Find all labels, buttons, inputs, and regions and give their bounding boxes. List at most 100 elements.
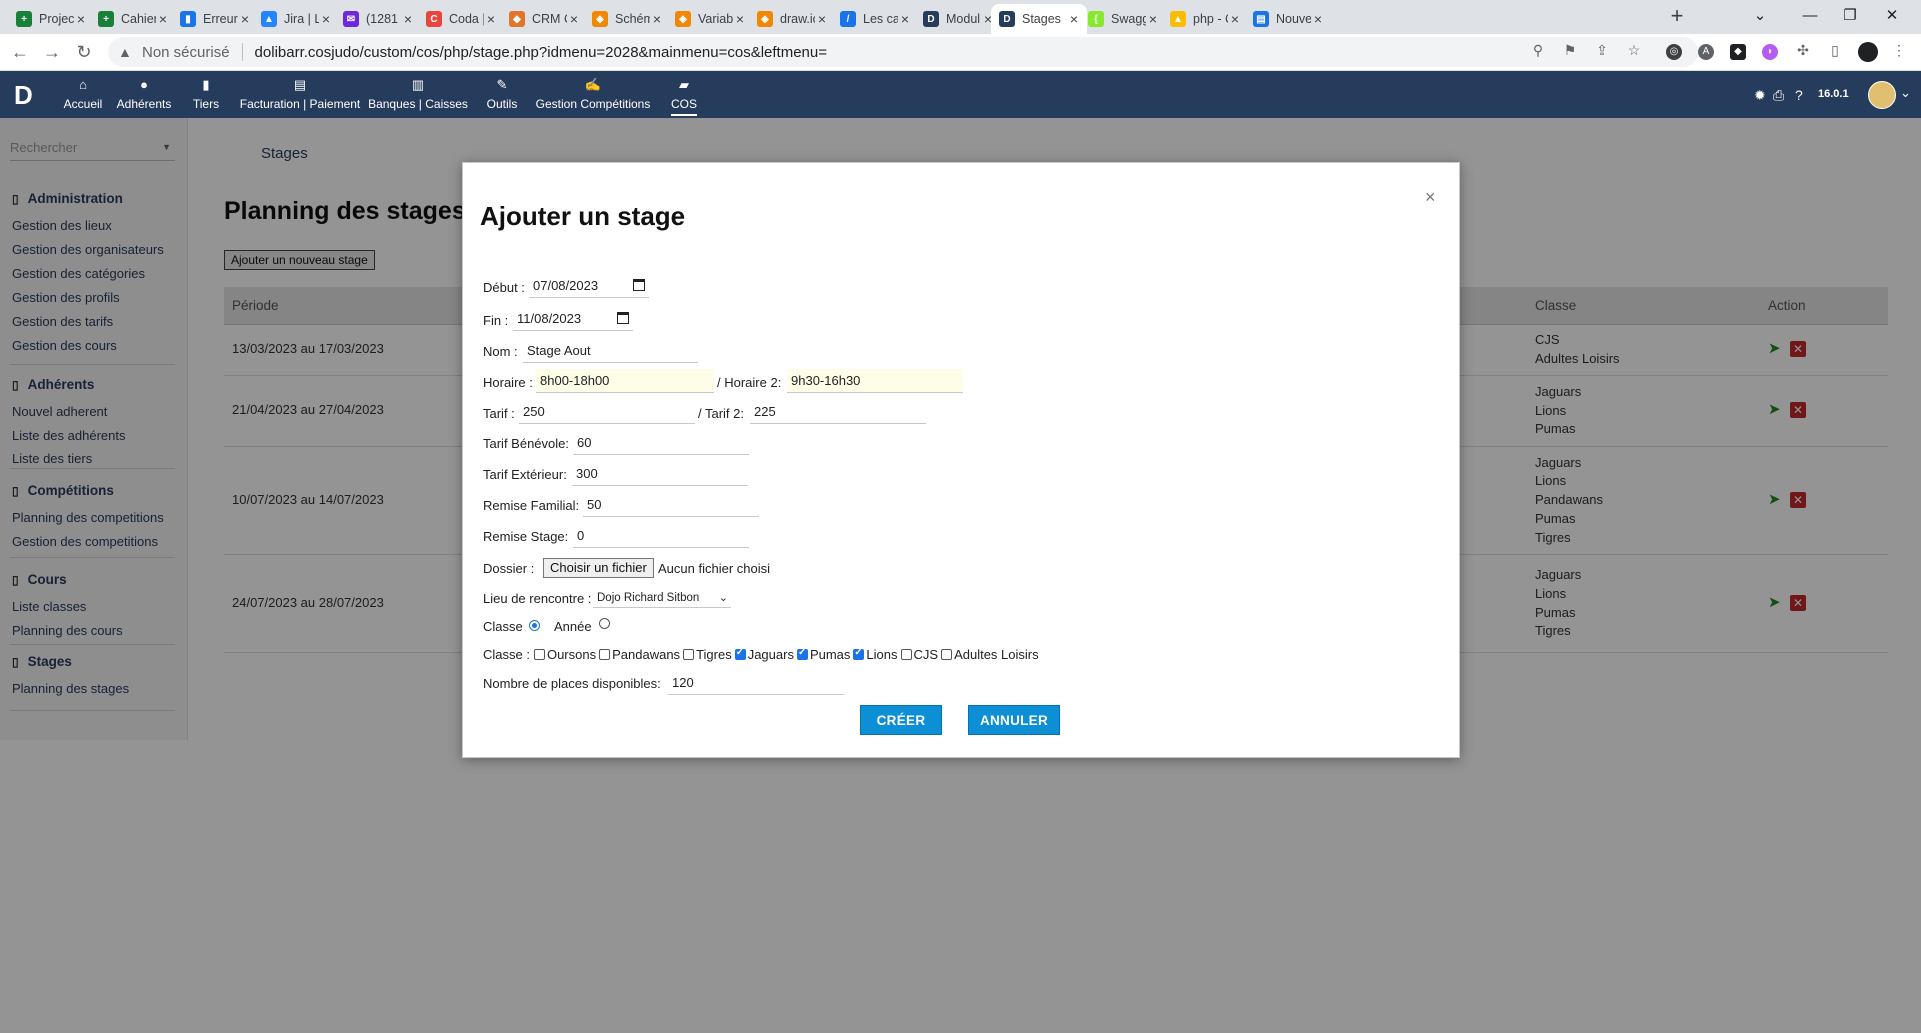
close-icon[interactable]: × [1425, 187, 1436, 208]
checkbox[interactable] [796, 647, 808, 660]
browser-tab[interactable]: ◈ draw.io× [749, 4, 835, 34]
classe-option-pumas[interactable]: Pumas [796, 647, 850, 662]
topmenu-item-gestion-comp-titions[interactable]: ✍ Gestion Compétitions [536, 77, 651, 111]
classe-option-cjs[interactable]: CJS [900, 647, 938, 662]
close-window-button[interactable]: ✕ [1872, 4, 1912, 28]
tarif-input[interactable]: 250 [519, 400, 695, 424]
tab-close-icon[interactable]: × [156, 11, 170, 27]
location-icon[interactable]: ⚑ [1561, 42, 1579, 59]
topmenu-item-outils[interactable]: ✎ Outils [487, 77, 518, 111]
browser-tab[interactable]: D Stages × [991, 4, 1087, 34]
checkbox[interactable] [734, 647, 746, 660]
browser-tab[interactable]: ◈ Schéma× [584, 4, 670, 34]
reload-icon[interactable]: ↻ [72, 40, 96, 64]
bookmark-star-icon[interactable]: ☆ [1625, 42, 1643, 59]
tab-close-icon[interactable]: × [733, 11, 747, 27]
tab-close-icon[interactable]: × [650, 11, 664, 27]
classe-option-jaguars[interactable]: Jaguars [734, 647, 794, 662]
side-panel-icon[interactable]: ▯ [1826, 42, 1844, 59]
calendar-icon[interactable] [633, 279, 645, 291]
create-button[interactable]: CRÉER [860, 705, 942, 735]
tarif2-input[interactable]: 225 [750, 400, 926, 424]
tab-close-icon[interactable]: × [401, 11, 415, 27]
places-input[interactable]: 120 [668, 671, 844, 695]
browser-tab[interactable]: + Cahier × [90, 4, 176, 34]
classe-option-lions[interactable]: Lions [853, 647, 898, 662]
checkbox[interactable] [683, 649, 695, 660]
horaire-input[interactable]: 8h00-18h00 [536, 369, 714, 393]
classe-option-tigres[interactable]: Tigres [683, 647, 732, 662]
browser-tab[interactable]: {Swagg × [1080, 4, 1166, 34]
choose-file-button[interactable]: Choisir un fichier [543, 558, 654, 578]
tab-close-icon[interactable]: × [815, 11, 829, 27]
topmenu-item-cos[interactable]: ▰ COS [670, 77, 698, 116]
forward-icon[interactable]: → [40, 40, 64, 64]
new-tab-button[interactable]: + [1665, 4, 1689, 30]
browser-tab[interactable]: C Coda | × [418, 4, 504, 34]
tarif-benevole-input[interactable]: 60 [573, 431, 749, 455]
browser-tab[interactable]: ◈ Variabl × [667, 4, 753, 34]
extension-icon[interactable]: ◆ [1730, 44, 1746, 60]
zoom-icon[interactable]: ⚲ [1529, 42, 1547, 59]
checkbox[interactable] [900, 649, 912, 660]
calendar-icon[interactable] [617, 312, 629, 324]
extension-icon[interactable]: ◗ [1762, 44, 1778, 60]
checkbox[interactable] [853, 647, 865, 660]
browser-tab[interactable]: ▤ Nouvel× [1245, 4, 1331, 34]
browser-tab[interactable]: ▲ Jira | Lo× [253, 4, 339, 34]
topmenu-item-banques-caisses[interactable]: ▥ Banques | Caisses [368, 77, 468, 111]
tab-close-icon[interactable]: × [567, 11, 581, 27]
tarif-exterieur-input[interactable]: 300 [572, 462, 748, 486]
checkbox[interactable] [533, 649, 545, 660]
remise-familial-input[interactable]: 50 [583, 493, 759, 517]
profile-avatar[interactable] [1858, 42, 1878, 62]
cancel-button[interactable]: ANNULER [968, 705, 1060, 735]
nom-input[interactable]: Stage Aout [523, 339, 698, 363]
chevron-down-icon[interactable]: ⌄ [1900, 85, 1911, 101]
user-avatar[interactable] [1868, 81, 1896, 109]
bug-icon[interactable]: ✹ [1754, 87, 1766, 104]
classe-option-oursons[interactable]: Oursons [533, 647, 596, 662]
browser-tab[interactable]: ◆ CRM CC× [501, 4, 587, 34]
browser-tab[interactable]: ▲ php - C× [1162, 4, 1248, 34]
browser-tab[interactable]: ▮ Erreur |× [172, 4, 258, 34]
horaire2-input[interactable]: 9h30-16h30 [787, 369, 963, 393]
help-icon[interactable]: ? [1795, 87, 1803, 103]
adblock-icon[interactable]: A [1698, 44, 1714, 60]
checkbox[interactable] [599, 649, 611, 660]
classe-option-pandawans[interactable]: Pandawans [599, 647, 680, 662]
url-field[interactable]: ▲ Non sécurisé dolibarr.cosjudo/custom/c… [108, 37, 1698, 67]
lieu-select[interactable]: Dojo Richard Sitbon ⌄ [593, 588, 731, 608]
tab-close-icon[interactable]: × [1311, 11, 1325, 27]
classe-option-adultes-loisirs[interactable]: Adultes Loisirs [941, 647, 1039, 662]
tab-close-icon[interactable]: × [1067, 11, 1081, 27]
extensions-puzzle-icon[interactable]: ✣ [1794, 42, 1812, 59]
topmenu-item-tiers[interactable]: ▮ Tiers [193, 77, 219, 111]
browser-tab[interactable]: ✉ (1281 n× [335, 4, 421, 34]
tab-close-icon[interactable]: × [1228, 11, 1242, 27]
tab-close-icon[interactable]: × [319, 11, 333, 27]
browser-tab[interactable]: / Les cat× [832, 4, 918, 34]
dolibarr-logo[interactable]: D [14, 81, 42, 109]
debut-date-field[interactable]: 07/08/2023 [529, 274, 649, 298]
browser-tab[interactable]: D Modul × [915, 4, 1001, 34]
tab-close-icon[interactable]: × [1146, 11, 1160, 27]
topmenu-item-accueil[interactable]: ⌂ Accueil [64, 77, 103, 111]
fin-date-field[interactable]: 11/08/2023 [513, 307, 633, 331]
browser-tab[interactable]: + Project× [8, 4, 94, 34]
tab-close-icon[interactable]: × [74, 11, 88, 27]
classe-radio[interactable] [529, 620, 540, 631]
checkbox[interactable] [941, 649, 953, 660]
remise-stage-input[interactable]: 0 [573, 524, 749, 548]
annee-radio[interactable] [599, 618, 610, 629]
topmenu-item-facturation-paiement[interactable]: ▤ Facturation | Paiement [240, 77, 361, 111]
tab-search-icon[interactable]: ⌄ [1740, 4, 1780, 28]
back-icon[interactable]: ← [8, 40, 32, 64]
extension-icon[interactable]: ◎ [1666, 44, 1682, 60]
tab-close-icon[interactable]: × [238, 11, 252, 27]
restore-button[interactable]: ❐ [1830, 4, 1870, 28]
tab-close-icon[interactable]: × [484, 11, 498, 27]
share-icon[interactable]: ⇪ [1593, 42, 1611, 59]
tab-close-icon[interactable]: × [898, 11, 912, 27]
browser-menu-icon[interactable]: ⋮ [1890, 42, 1908, 59]
